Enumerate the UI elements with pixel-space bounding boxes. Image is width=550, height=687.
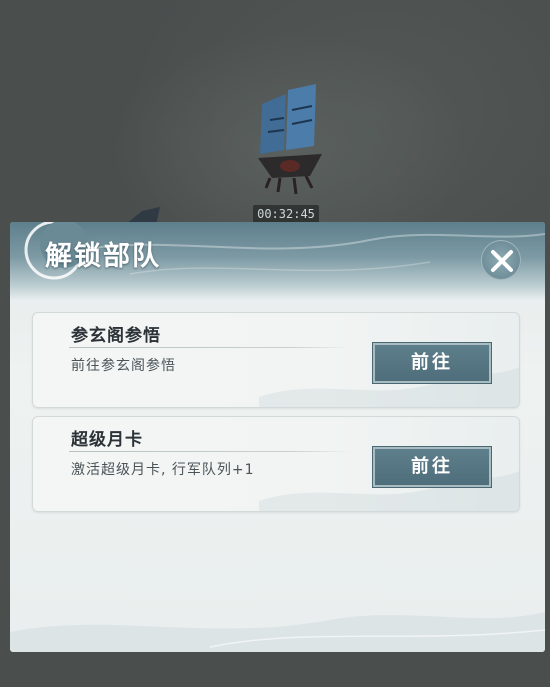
option-description: 激活超级月卡, 行军队列+1	[71, 462, 255, 478]
divider	[69, 347, 351, 348]
dialog-title: 解锁部队	[45, 241, 161, 272]
option-card: 超级月卡 激活超级月卡, 行军队列+1 前往	[32, 416, 520, 512]
close-button[interactable]	[481, 240, 521, 280]
option-description: 前往参玄阁参悟	[71, 358, 176, 374]
option-card: 参玄阁参悟 前往参玄阁参悟 前往	[32, 312, 520, 408]
unlock-troops-dialog: 解锁部队 参玄阁参悟 前往参玄阁参悟 前往 超级月卡 激活超级月卡, 行军队列+…	[10, 222, 545, 652]
close-icon	[491, 250, 513, 272]
march-timer: 00:32:45	[253, 205, 319, 223]
ship-icon[interactable]	[240, 80, 340, 200]
mist-decoration	[10, 612, 545, 652]
divider	[69, 451, 351, 452]
option-title: 参玄阁参悟	[71, 326, 161, 346]
go-button[interactable]: 前往	[373, 343, 491, 383]
go-button[interactable]: 前往	[373, 447, 491, 487]
option-title: 超级月卡	[71, 430, 143, 450]
